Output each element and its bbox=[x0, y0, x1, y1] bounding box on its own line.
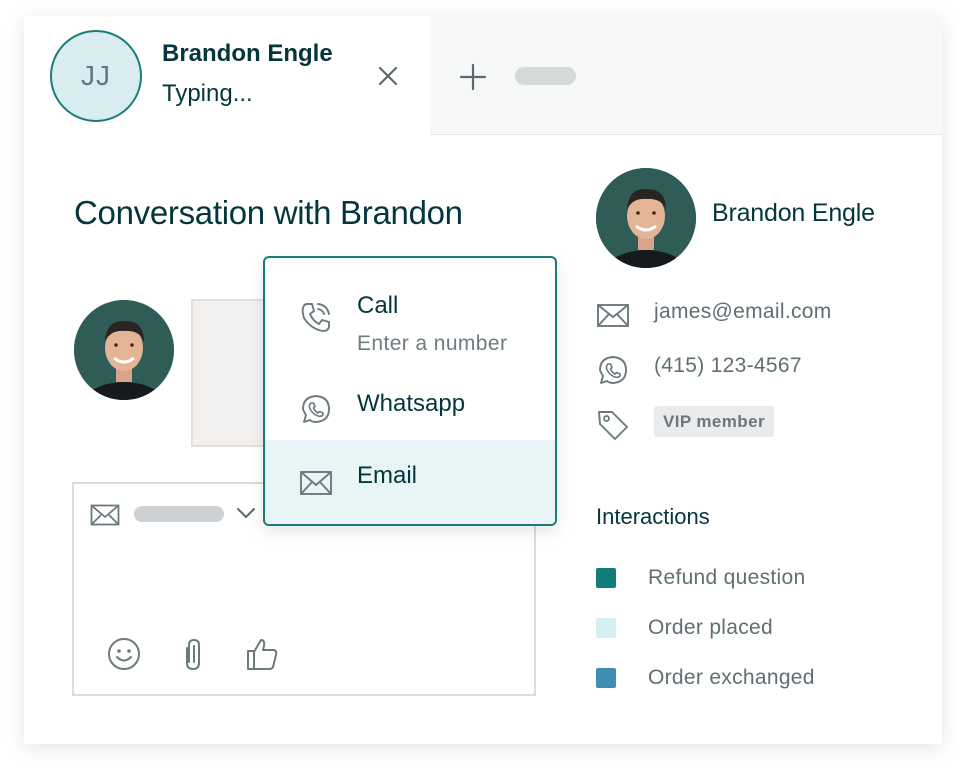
page-title: Conversation with Brandon bbox=[74, 194, 463, 231]
whatsapp-icon bbox=[302, 395, 330, 423]
add-tab-icon[interactable] bbox=[458, 62, 488, 92]
menu-item-label: Whatsapp bbox=[357, 390, 466, 417]
tag-icon bbox=[598, 411, 628, 440]
thumbs-up-icon[interactable] bbox=[244, 636, 280, 672]
agent-workspace: JJ Brandon Engle Typing... Conversation … bbox=[24, 16, 942, 744]
mail-icon bbox=[300, 471, 332, 495]
mail-icon bbox=[90, 504, 120, 526]
menu-item-email[interactable]: Email bbox=[265, 440, 555, 524]
phone-icon bbox=[301, 303, 330, 332]
attachment-icon[interactable] bbox=[175, 636, 211, 672]
emoji-icon[interactable] bbox=[106, 636, 142, 672]
menu-item-label: Call bbox=[357, 292, 399, 319]
conversation-tab[interactable]: JJ Brandon Engle Typing... bbox=[24, 16, 430, 136]
profile-photo bbox=[596, 168, 696, 268]
status-badge: VIP member bbox=[654, 406, 774, 437]
tab-placeholder bbox=[515, 67, 576, 85]
menu-item-sublabel: Enter a number bbox=[357, 332, 508, 355]
interaction-swatch bbox=[596, 668, 616, 688]
interaction-item[interactable]: Order placed bbox=[648, 616, 773, 640]
customer-photo bbox=[74, 300, 174, 400]
close-icon[interactable] bbox=[374, 62, 402, 90]
profile-phone[interactable]: (415) 123-4567 bbox=[654, 354, 802, 378]
interactions-heading: Interactions bbox=[596, 504, 710, 529]
interaction-item[interactable]: Order exchanged bbox=[648, 666, 815, 690]
whatsapp-icon bbox=[599, 356, 627, 384]
channel-menu: Call Enter a number Whatsapp Email bbox=[263, 256, 557, 526]
avatar: JJ bbox=[50, 30, 142, 122]
profile-name: Brandon Engle bbox=[712, 199, 875, 227]
menu-item-label: Email bbox=[357, 462, 418, 489]
interaction-item[interactable]: Refund question bbox=[648, 566, 805, 590]
menu-item-whatsapp[interactable]: Whatsapp bbox=[265, 370, 555, 440]
interaction-swatch bbox=[596, 568, 616, 588]
typing-status: Typing... bbox=[162, 80, 253, 107]
menu-item-call[interactable]: Call Enter a number bbox=[265, 270, 555, 370]
mail-icon bbox=[597, 304, 629, 327]
interaction-swatch bbox=[596, 618, 616, 638]
profile-email[interactable]: james@email.com bbox=[654, 300, 832, 324]
tab-customer-name: Brandon Engle bbox=[162, 40, 333, 67]
channel-selector[interactable] bbox=[134, 506, 224, 522]
chevron-down-icon[interactable] bbox=[236, 506, 256, 520]
